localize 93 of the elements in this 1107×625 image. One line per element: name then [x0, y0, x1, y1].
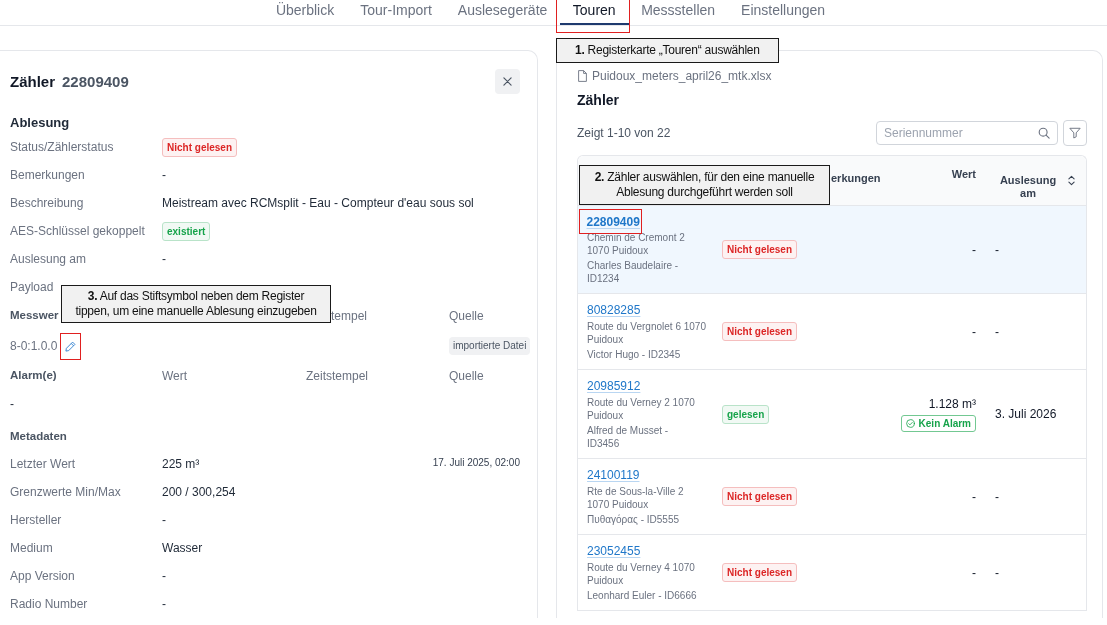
- field-label: Letzter Wert: [10, 457, 76, 471]
- value-text: -: [972, 489, 976, 504]
- nav-tab[interactable]: Überblick: [262, 0, 348, 25]
- register-name: 8-0:1.0.0: [10, 339, 58, 353]
- status-badge: Nicht gelesen: [722, 322, 798, 341]
- field-label: App Version: [10, 569, 75, 583]
- date-text: -: [995, 324, 999, 339]
- result-count: Zeigt 1-10 von 22: [577, 126, 671, 140]
- date-text: -: [995, 565, 999, 580]
- meter-link[interactable]: 80828285: [587, 302, 641, 318]
- section-title: Alarm(e): [10, 369, 57, 381]
- column-header: Quelle: [449, 309, 484, 323]
- status-badge: Nicht gelesen: [722, 240, 798, 259]
- column-header: Quelle: [449, 369, 484, 383]
- value-text: 1.128 m³: [928, 396, 976, 411]
- nav-tab[interactable]: Touren: [559, 0, 629, 25]
- meter-serial: 22809409: [62, 71, 129, 92]
- meter-link[interactable]: 20985912: [587, 378, 641, 394]
- nav-tab[interactable]: Auslesegeräte: [444, 0, 561, 25]
- column-header: Wert: [951, 168, 976, 181]
- check-circle-icon: [905, 418, 915, 428]
- field-label: AES-Schlüssel gekoppelt: [10, 224, 145, 238]
- column-header: tempel: [331, 309, 368, 323]
- close-icon: [503, 77, 512, 86]
- customer-text: Charles Baudelaire - ID1234: [587, 259, 679, 285]
- customer-text: Victor Hugo - ID2345: [587, 348, 681, 361]
- source-tag: importierte Datei: [449, 337, 531, 355]
- address-text: Route du Verney 4 1070 Puidoux: [587, 561, 695, 587]
- field-value: -: [162, 168, 166, 182]
- timestamp-text: 17. Juli 2025, 02:00: [432, 456, 520, 468]
- field-value: 225 m³: [162, 457, 200, 471]
- file-icon: [578, 70, 587, 82]
- field-label: Medium: [10, 541, 53, 555]
- field-label: Radio Number: [10, 597, 88, 611]
- customer-text: Leonhard Euler - ID6666: [587, 589, 697, 602]
- section-title: Ablesung: [10, 114, 70, 130]
- nav-tab[interactable]: Einstellungen: [728, 0, 839, 25]
- nav-tab[interactable]: Tour-Import: [347, 0, 445, 25]
- column-header: Wert: [162, 369, 188, 383]
- pencil-icon[interactable]: [64, 340, 76, 352]
- field-label: Beschreibung: [10, 196, 84, 210]
- close-button[interactable]: [495, 69, 520, 94]
- status-badge: Nicht gelesen: [722, 487, 798, 506]
- column-header: Auslesung am: [998, 173, 1058, 200]
- instruction-callout: 1. Registerkarte „Touren“ auswählen: [555, 38, 779, 63]
- value-text: -: [972, 324, 976, 339]
- nav-tab[interactable]: Messstellen: [628, 0, 729, 25]
- file-name: Puidoux_meters_april26_mtk.xlsx: [592, 69, 772, 83]
- field-label: Hersteller: [10, 513, 62, 527]
- panel-title: Zähler: [577, 91, 619, 110]
- field-value: -: [162, 597, 166, 611]
- meter-link[interactable]: 24100119: [587, 467, 640, 483]
- status-badge: existiert: [162, 221, 211, 241]
- filter-button[interactable]: [1063, 120, 1087, 146]
- field-label: Status/Zählerstatus: [10, 140, 114, 154]
- section-title: Metadaten: [10, 430, 67, 442]
- field-label: Grenzwerte Min/Max: [10, 485, 121, 499]
- field-label: Payload: [10, 280, 54, 294]
- address-text: Route du Vergnolet 6 1070 Puidoux: [587, 320, 706, 346]
- address-text: Route du Verney 2 1070 Puidoux: [587, 396, 695, 422]
- date-text: -: [995, 489, 999, 504]
- search-field[interactable]: Seriennummer: [876, 121, 1058, 145]
- date-text: -: [995, 242, 999, 257]
- address-text: Rte de Sous-la-Ville 2 1070 Puidoux: [587, 485, 684, 511]
- field-label: Auslesung am: [10, 252, 87, 266]
- value-text: -: [972, 565, 976, 580]
- column-header: Zeitstempel: [306, 369, 369, 383]
- field-value: -: [162, 513, 166, 527]
- customer-text: Πυθαγόρας - ID5555: [587, 513, 680, 526]
- field-value: -: [162, 252, 166, 266]
- status-badge: Nicht gelesen: [722, 563, 798, 582]
- empty-value: -: [10, 397, 14, 411]
- sort-icon[interactable]: [1068, 175, 1075, 186]
- instruction-callout: 3. Auf das Stiftsymbol neben dem Register tippen, um eine manuelle Ablesung einzugeben: [61, 285, 331, 323]
- meter-link[interactable]: 23052455: [587, 543, 641, 559]
- field-value: 200 / 300,254: [162, 485, 236, 499]
- status-badge: gelesen: [722, 404, 770, 424]
- date-text: 3. Juli 2026: [995, 407, 1057, 421]
- meter-link[interactable]: 22809409: [586, 213, 640, 230]
- instruction-callout: 2. Zähler auswählen, für den eine manuelle Ablesung durchgeführt werden soll: [579, 165, 830, 205]
- field-label: Bemerkungen: [10, 168, 85, 182]
- column-header: erkungen: [831, 172, 881, 185]
- panel-title: Zähler: [10, 71, 55, 92]
- field-value: Wasser: [162, 541, 203, 555]
- alarm-text: Kein Alarm: [918, 416, 971, 430]
- customer-text: Alfred de Musset - ID3456: [587, 424, 669, 450]
- status-badge: Nicht gelesen: [162, 137, 238, 157]
- field-value: -: [162, 569, 166, 583]
- search-icon: [1038, 127, 1050, 139]
- section-title: Messwer: [10, 309, 59, 321]
- field-value: Meistream avec RCMsplit - Eau - Compteur d'eau sous sol: [162, 196, 474, 210]
- value-text: -: [972, 242, 976, 257]
- filter-icon: [1069, 127, 1081, 139]
